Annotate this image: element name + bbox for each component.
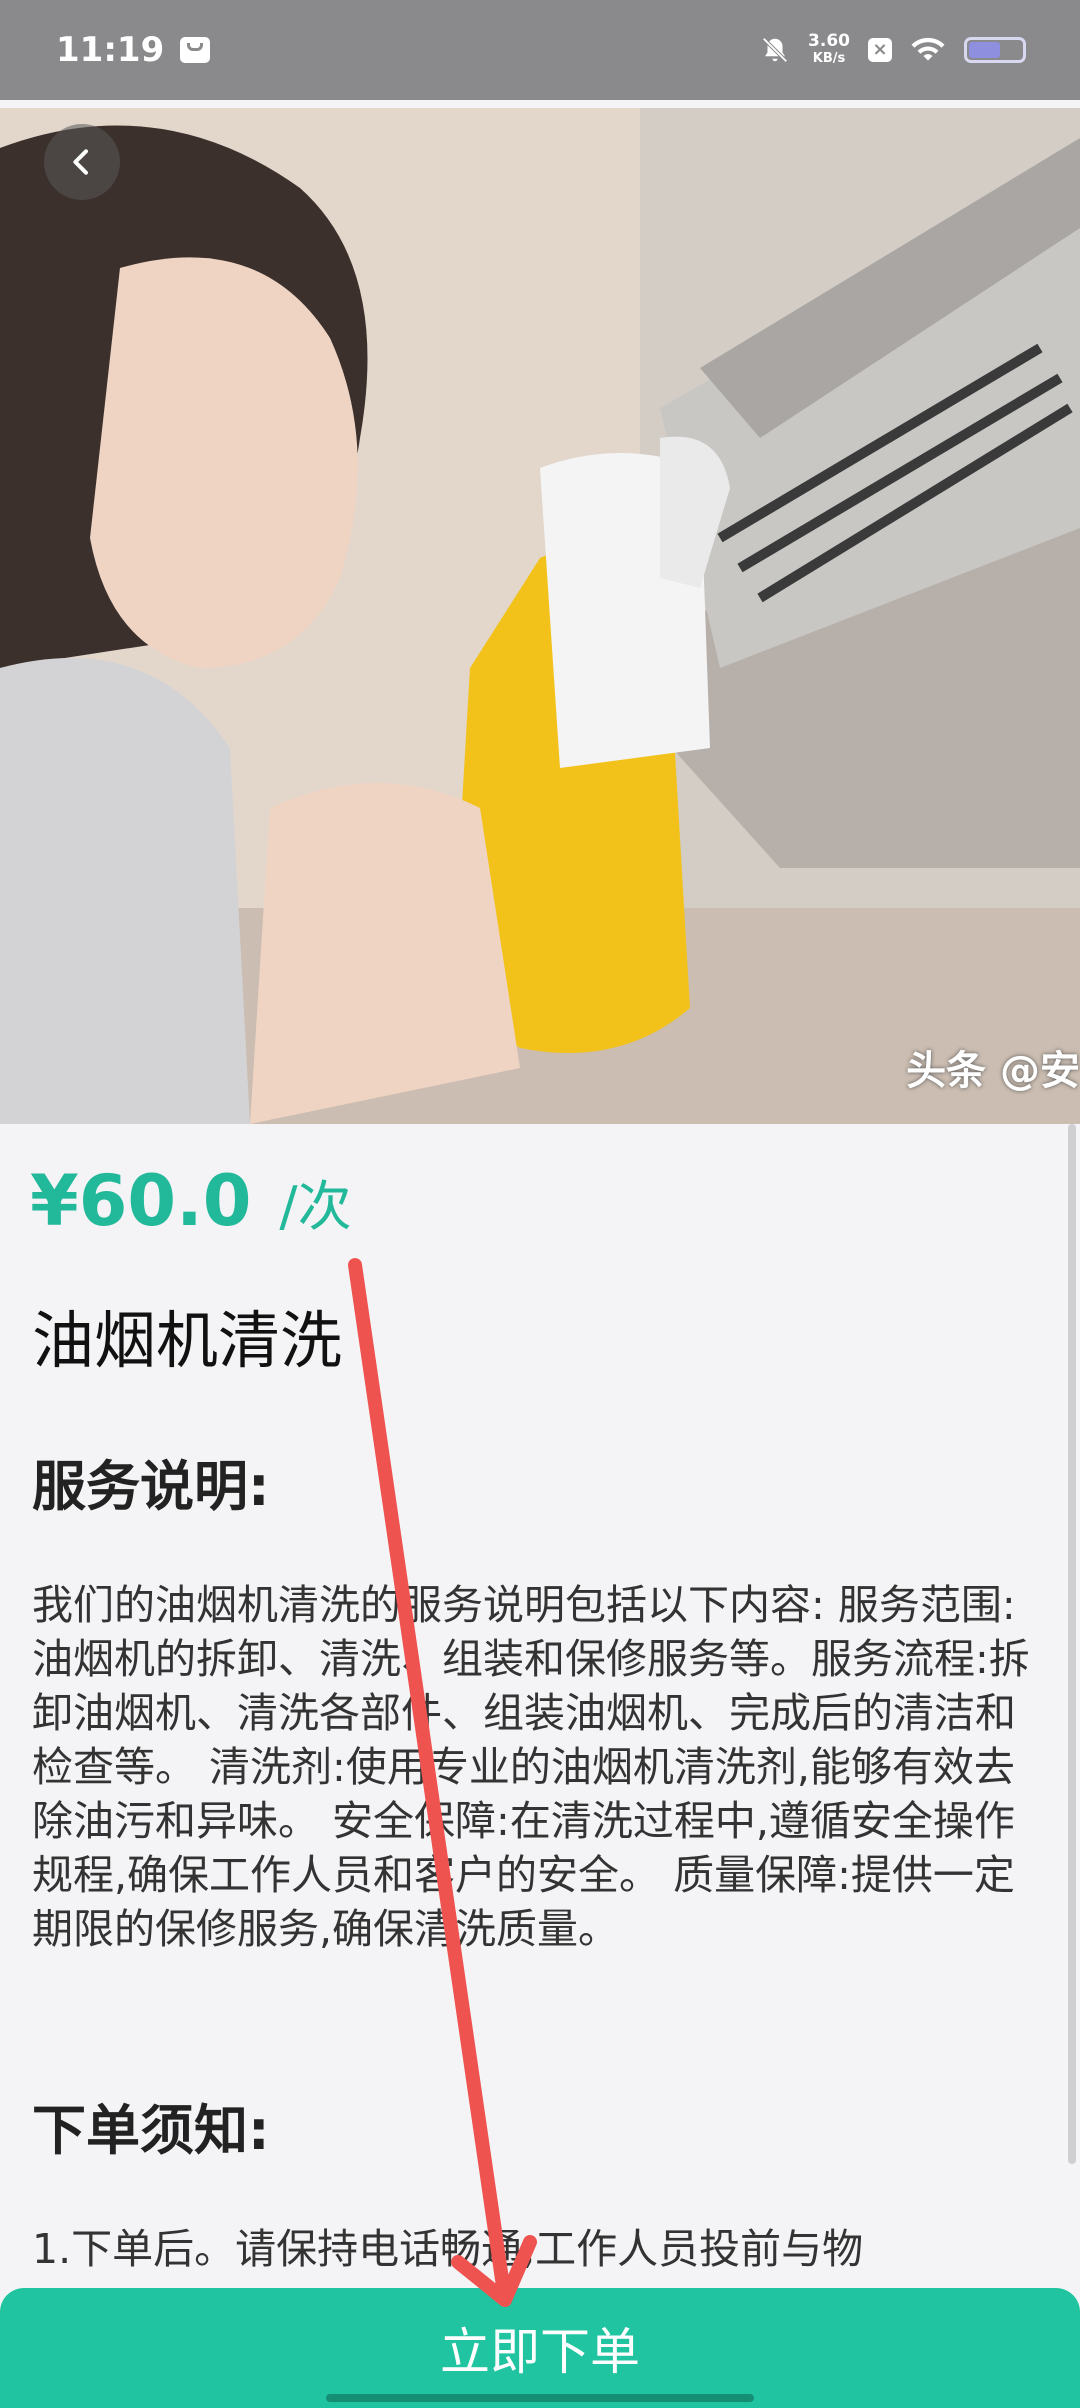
wifi-icon (911, 37, 945, 61)
image-watermark: 头条 @安 (906, 1048, 1080, 1094)
chevron-left-icon (73, 149, 88, 175)
network-speed: 3.60 KB/s (808, 33, 850, 67)
mute-bell-icon (762, 37, 788, 63)
status-time: 11:19 (56, 30, 165, 70)
order-now-button[interactable]: 立即下单 (0, 2288, 1080, 2408)
service-title: 油烟机清洗 (32, 1304, 343, 1377)
order-notice-text: 1.下单后。请保持电话畅通,工作人员投前与物 (32, 2225, 864, 2273)
sim-off-icon: × (868, 38, 892, 62)
status-bar: 11:19 3.60 KB/s × (0, 0, 1080, 100)
back-button[interactable] (44, 124, 120, 200)
scrollbar[interactable] (1068, 1124, 1076, 2164)
home-indicator (326, 2394, 754, 2402)
message-notification-icon (180, 37, 211, 63)
hero-image: 头条 @安 (0, 108, 1080, 1124)
service-description-heading: 服务说明: (32, 1455, 270, 1518)
status-right: 3.60 KB/s × (760, 33, 1026, 67)
network-speed-unit: KB/s (812, 51, 846, 66)
network-speed-value: 3.60 (808, 31, 850, 51)
price: ¥60.0 (30, 1160, 252, 1242)
battery-icon (964, 37, 1026, 63)
status-left: 11:19 (56, 30, 211, 70)
price-unit: /次 (279, 1175, 352, 1238)
order-notice-heading: 下单须知: (32, 2099, 270, 2162)
hero-photo-illustration (0, 108, 1080, 1124)
service-description-text: 我们的油烟机清洗的服务说明包括以下内容: 服务范围:油烟机的拆卸、清洗、组装和保… (32, 1581, 1030, 1953)
price-row: ¥60.0 /次 (30, 1160, 352, 1242)
